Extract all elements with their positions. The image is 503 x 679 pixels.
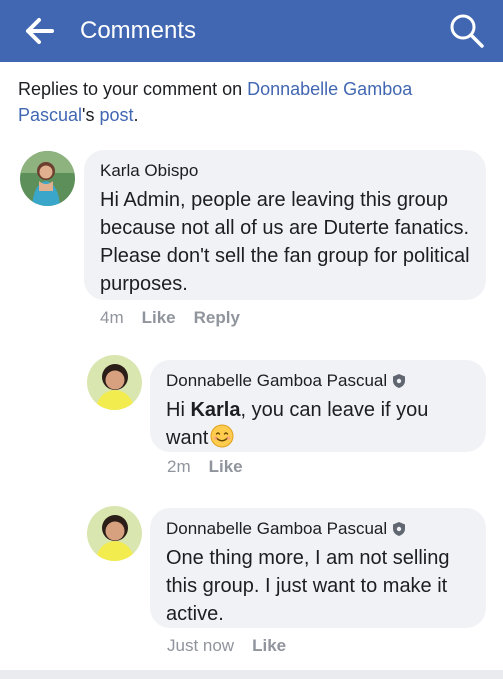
mention-link[interactable]: Karla <box>190 399 240 421</box>
search-icon <box>450 14 484 48</box>
reply-time: Just now <box>167 636 235 655</box>
reply-actions: Just now Like <box>167 635 286 657</box>
like-button[interactable]: Like <box>252 635 286 657</box>
header-bar: Comments <box>0 0 503 62</box>
avatar[interactable] <box>20 151 75 206</box>
back-button[interactable] <box>24 16 58 46</box>
admin-shield-icon <box>393 374 406 388</box>
reply-author-name[interactable]: Donnabelle Gamboa Pascual <box>166 518 387 540</box>
comment-author[interactable]: Karla Obispo <box>100 160 470 182</box>
admin-shield-icon <box>393 522 406 536</box>
reply-text: Hi Karla, you can leave if you want <box>166 396 470 452</box>
user-photo-icon <box>87 355 142 410</box>
arrow-left-icon <box>26 18 54 44</box>
search-button[interactable] <box>446 10 486 50</box>
reply-text: One thing more, I am not selling this gr… <box>166 547 450 625</box>
reply-bubble: Donnabelle Gamboa Pascual One thing more… <box>150 508 486 628</box>
post-link[interactable]: post <box>99 105 133 125</box>
comment-actions: 4m Like Reply <box>100 307 240 329</box>
user-photo-icon <box>87 506 142 561</box>
context-possessive: 's <box>82 105 100 125</box>
composer-edge <box>0 670 503 679</box>
reply-context: Replies to your comment on Donnabelle Ga… <box>18 76 488 128</box>
reply-time: 2m <box>167 457 191 476</box>
user-photo-icon <box>20 151 75 206</box>
avatar[interactable] <box>87 506 142 561</box>
like-button[interactable]: Like <box>142 307 176 329</box>
reply-bubble: Donnabelle Gamboa Pascual Hi Karla, you … <box>150 360 486 452</box>
comment-bubble: Karla Obispo Hi Admin, people are leavin… <box>84 150 486 300</box>
avatar[interactable] <box>87 355 142 410</box>
context-period: . <box>133 105 139 125</box>
reply-author-name[interactable]: Donnabelle Gamboa Pascual <box>166 370 387 392</box>
like-button[interactable]: Like <box>209 456 243 478</box>
reply-actions: 2m Like <box>167 456 243 478</box>
comment-text: Hi Admin, people are leaving this group … <box>100 189 470 295</box>
reply-text-pre: Hi <box>166 399 191 421</box>
reply-author: Donnabelle Gamboa Pascual <box>166 370 470 392</box>
reply-button[interactable]: Reply <box>194 307 240 329</box>
page-title: Comments <box>80 17 197 44</box>
reply-author: Donnabelle Gamboa Pascual <box>166 518 470 540</box>
comment-time: 4m <box>100 308 124 327</box>
smiling-face-emoji-icon <box>210 424 234 448</box>
context-prefix: Replies to your comment on <box>18 79 248 99</box>
